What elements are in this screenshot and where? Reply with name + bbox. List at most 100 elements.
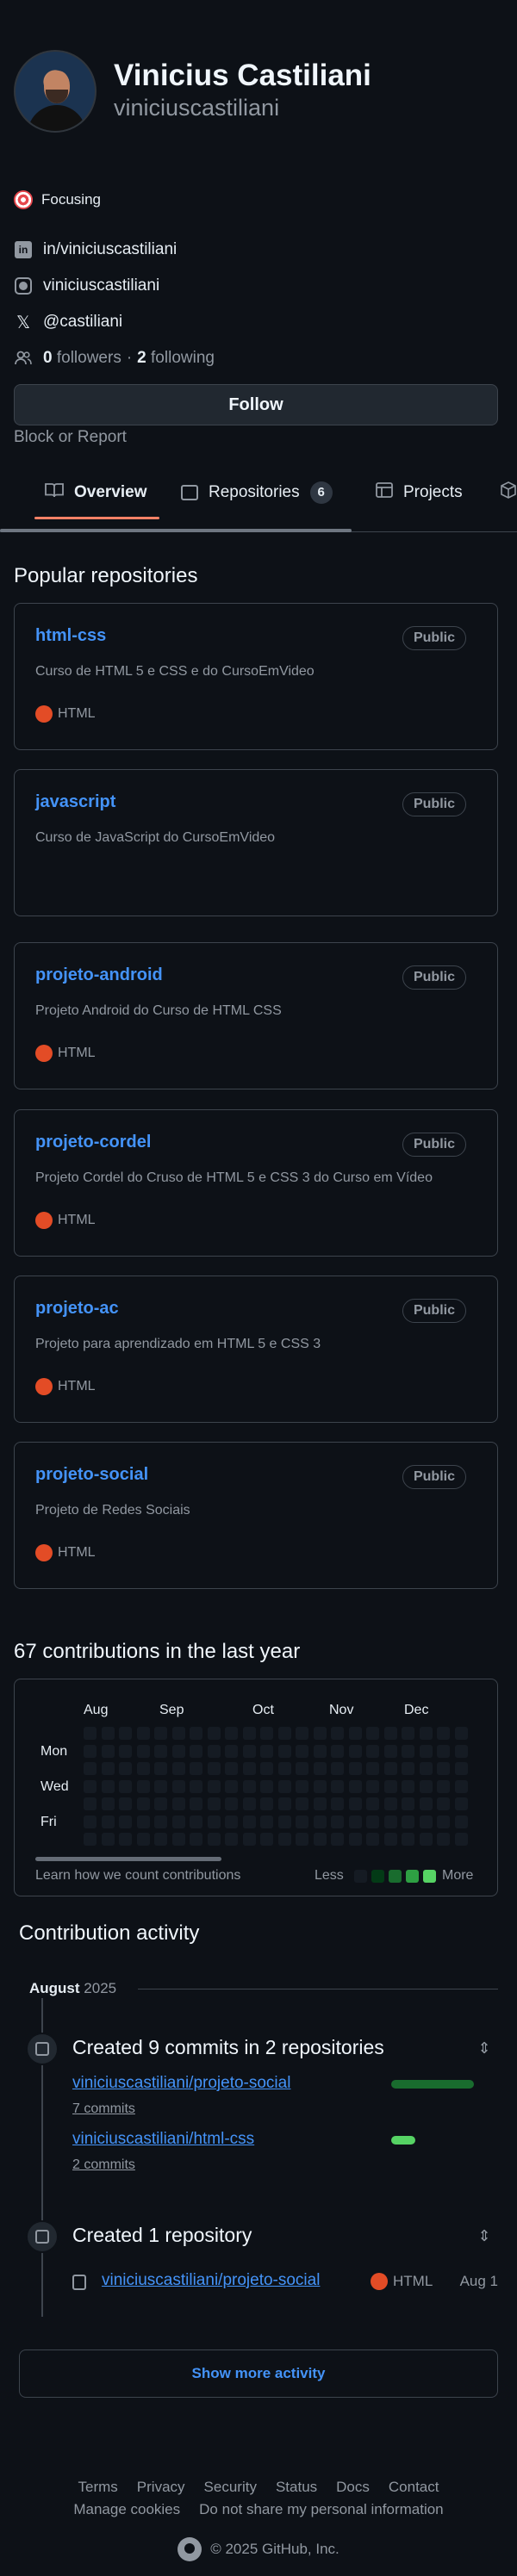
contribution-day-cell[interactable] (260, 1727, 273, 1740)
contribution-day-cell[interactable] (419, 1779, 433, 1793)
contribution-day-cell[interactable] (296, 1779, 308, 1793)
contribution-day-cell[interactable] (242, 1744, 256, 1758)
contribution-day-cell[interactable] (313, 1762, 327, 1775)
contribution-day-cell[interactable] (101, 1815, 115, 1828)
repo-name-link[interactable]: projeto-social (35, 1465, 148, 1485)
contribution-day-cell[interactable] (171, 1779, 185, 1793)
footer-link-contact[interactable]: Contact (389, 2479, 439, 2496)
contribution-day-cell[interactable] (225, 1727, 238, 1740)
commit-repo-link[interactable]: viniciuscastiliani/projeto-social (72, 2074, 290, 2093)
footer-link-terms[interactable]: Terms (78, 2479, 118, 2496)
linkedin-text[interactable]: in/viniciuscastiliani (43, 240, 177, 259)
contribution-day-cell[interactable] (101, 1744, 115, 1758)
commit-repo-link[interactable]: viniciuscastiliani/html-css (72, 2130, 254, 2149)
contribution-day-cell[interactable] (242, 1727, 256, 1740)
contribution-day-cell[interactable] (207, 1833, 221, 1846)
contribution-day-cell[interactable] (331, 1815, 344, 1828)
tabs-scrollbar[interactable] (0, 529, 352, 532)
footer-link-status[interactable]: Status (276, 2479, 317, 2496)
footer-link-manage-cookies[interactable]: Manage cookies (73, 2501, 180, 2518)
tab-overview[interactable]: Overview (45, 475, 147, 510)
contribution-day-cell[interactable] (348, 1727, 362, 1740)
contribution-day-cell[interactable] (348, 1744, 362, 1758)
contribution-day-cell[interactable] (366, 1762, 379, 1775)
footer-link-docs[interactable]: Docs (336, 2479, 370, 2496)
contribution-day-cell[interactable] (348, 1762, 362, 1775)
contribution-day-cell[interactable] (419, 1833, 433, 1846)
contribution-day-cell[interactable] (225, 1833, 238, 1846)
contribution-day-cell[interactable] (260, 1833, 273, 1846)
contribution-day-cell[interactable] (84, 1833, 97, 1846)
contribution-day-cell[interactable] (119, 1797, 132, 1810)
contribution-day-cell[interactable] (331, 1779, 344, 1793)
footer-link-do-not-share[interactable]: Do not share my personal information (199, 2501, 443, 2518)
contribution-day-cell[interactable] (331, 1744, 344, 1758)
calendar-scrollbar[interactable] (35, 1857, 221, 1861)
contribution-day-cell[interactable] (190, 1727, 202, 1740)
contribution-day-cell[interactable] (190, 1779, 202, 1793)
contribution-day-cell[interactable] (136, 1727, 150, 1740)
contribution-day-cell[interactable] (136, 1797, 150, 1810)
contribution-day-cell[interactable] (348, 1815, 362, 1828)
contribution-day-cell[interactable] (383, 1815, 397, 1828)
tab-repositories[interactable]: Repositories 6 (181, 475, 333, 510)
contribution-day-cell[interactable] (419, 1797, 433, 1810)
repo-name-link[interactable]: projeto-ac (35, 1299, 119, 1319)
contribution-day-cell[interactable] (383, 1797, 397, 1810)
contribution-day-cell[interactable] (313, 1797, 327, 1810)
contribution-day-cell[interactable] (225, 1815, 238, 1828)
contribution-day-cell[interactable] (119, 1815, 132, 1828)
contribution-day-cell[interactable] (277, 1833, 291, 1846)
following-link[interactable]: 2 following (137, 349, 215, 368)
avatar[interactable] (14, 50, 97, 133)
contribution-day-cell[interactable] (154, 1727, 167, 1740)
contribution-day-cell[interactable] (190, 1744, 202, 1758)
contribution-day-cell[interactable] (331, 1762, 344, 1775)
contribution-day-cell[interactable] (242, 1779, 256, 1793)
contribution-day-cell[interactable] (154, 1833, 167, 1846)
status-badge[interactable]: Focusing (14, 186, 101, 214)
contribution-day-cell[interactable] (277, 1762, 291, 1775)
contribution-day-cell[interactable] (242, 1833, 256, 1846)
contribution-day-cell[interactable] (366, 1727, 379, 1740)
contribution-day-cell[interactable] (313, 1727, 327, 1740)
contribution-day-cell[interactable] (225, 1779, 238, 1793)
contribution-day-cell[interactable] (101, 1779, 115, 1793)
contribution-day-cell[interactable] (136, 1762, 150, 1775)
contribution-day-cell[interactable] (260, 1797, 273, 1810)
contribution-day-cell[interactable] (454, 1779, 468, 1793)
contribution-day-cell[interactable] (437, 1744, 450, 1758)
contribution-day-cell[interactable] (366, 1744, 379, 1758)
contribution-day-cell[interactable] (101, 1797, 115, 1810)
contribution-day-cell[interactable] (101, 1762, 115, 1775)
contribution-day-cell[interactable] (84, 1762, 97, 1775)
contribution-day-cell[interactable] (154, 1779, 167, 1793)
contribution-day-cell[interactable] (437, 1727, 450, 1740)
block-report-link[interactable]: Block or Report (14, 428, 127, 447)
contribution-day-cell[interactable] (366, 1833, 379, 1846)
contribution-day-cell[interactable] (454, 1744, 468, 1758)
contribution-day-cell[interactable] (313, 1833, 327, 1846)
contribution-day-cell[interactable] (84, 1744, 97, 1758)
contribution-day-cell[interactable] (136, 1779, 150, 1793)
contribution-day-cell[interactable] (419, 1762, 433, 1775)
contribution-day-cell[interactable] (260, 1779, 273, 1793)
contribution-day-cell[interactable] (419, 1727, 433, 1740)
contribution-day-cell[interactable] (84, 1815, 97, 1828)
contribution-day-cell[interactable] (383, 1727, 397, 1740)
contribution-day-cell[interactable] (260, 1744, 273, 1758)
contribution-day-cell[interactable] (313, 1744, 327, 1758)
contribution-day-cell[interactable] (277, 1727, 291, 1740)
contribution-day-cell[interactable] (207, 1815, 221, 1828)
contribution-day-cell[interactable] (119, 1779, 132, 1793)
repo-name-link[interactable]: projeto-android (35, 965, 163, 985)
x-link[interactable]: 𝕏 @castiliani (14, 310, 122, 334)
contribution-day-cell[interactable] (207, 1744, 221, 1758)
tab-projects[interactable]: Projects (376, 475, 463, 510)
contribution-day-cell[interactable] (366, 1815, 379, 1828)
follow-button[interactable]: Follow (14, 384, 498, 425)
repo-name-link[interactable]: projeto-cordel (35, 1133, 151, 1152)
contribution-day-cell[interactable] (437, 1833, 450, 1846)
footer-link-security[interactable]: Security (204, 2479, 257, 2496)
contribution-day-cell[interactable] (402, 1815, 414, 1828)
